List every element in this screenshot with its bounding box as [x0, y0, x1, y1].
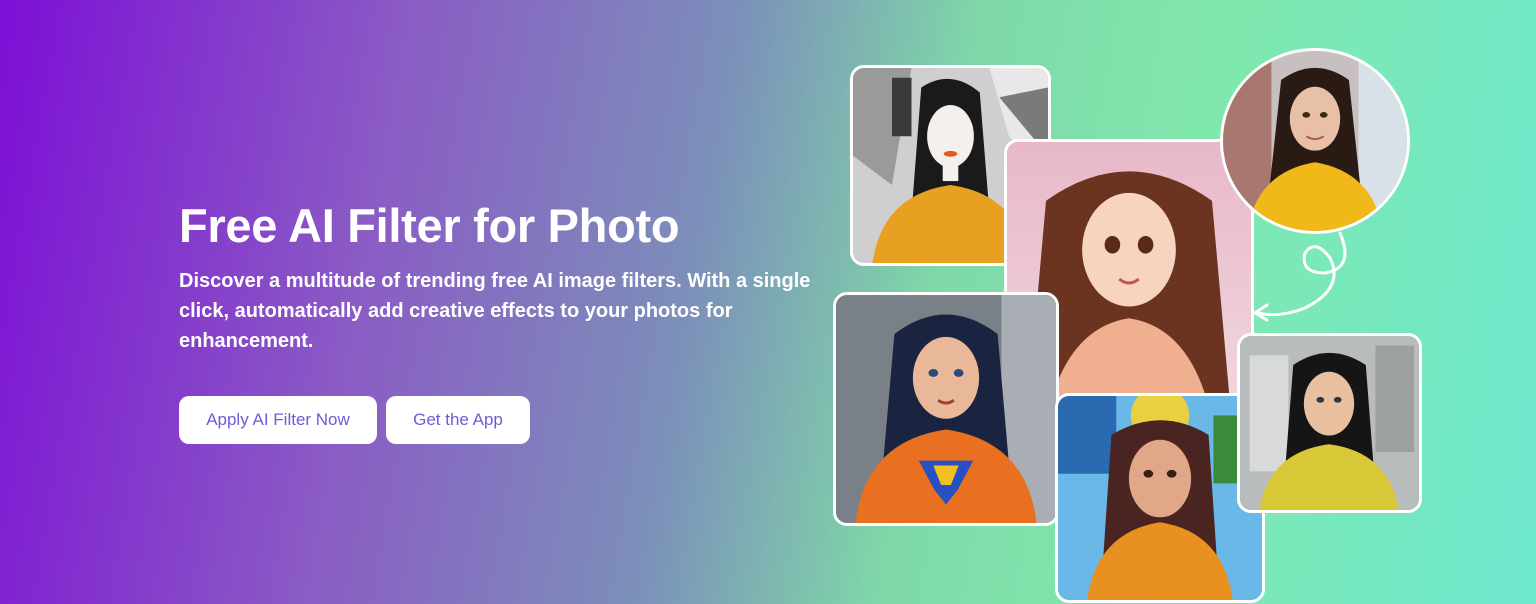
hero-text: Free AI Filter for Photo Discover a mult… — [179, 196, 829, 356]
original-photo-portrait-image — [1220, 48, 1410, 234]
apply-ai-filter-button[interactable]: Apply AI Filter Now — [179, 396, 377, 444]
arrow-swirl-icon — [1253, 231, 1347, 322]
get-app-button[interactable]: Get the App — [386, 396, 530, 444]
superhero-comic-portrait-image — [833, 292, 1059, 526]
hero-description: Discover a multitude of trending free AI… — [179, 270, 811, 352]
page-title: Free AI Filter for Photo — [179, 199, 680, 252]
cta-buttons: Apply AI Filter Now Get the App — [179, 396, 530, 444]
grayscale-sketch-portrait-image — [1237, 333, 1422, 513]
pixel-art-portrait-image — [1055, 393, 1265, 603]
